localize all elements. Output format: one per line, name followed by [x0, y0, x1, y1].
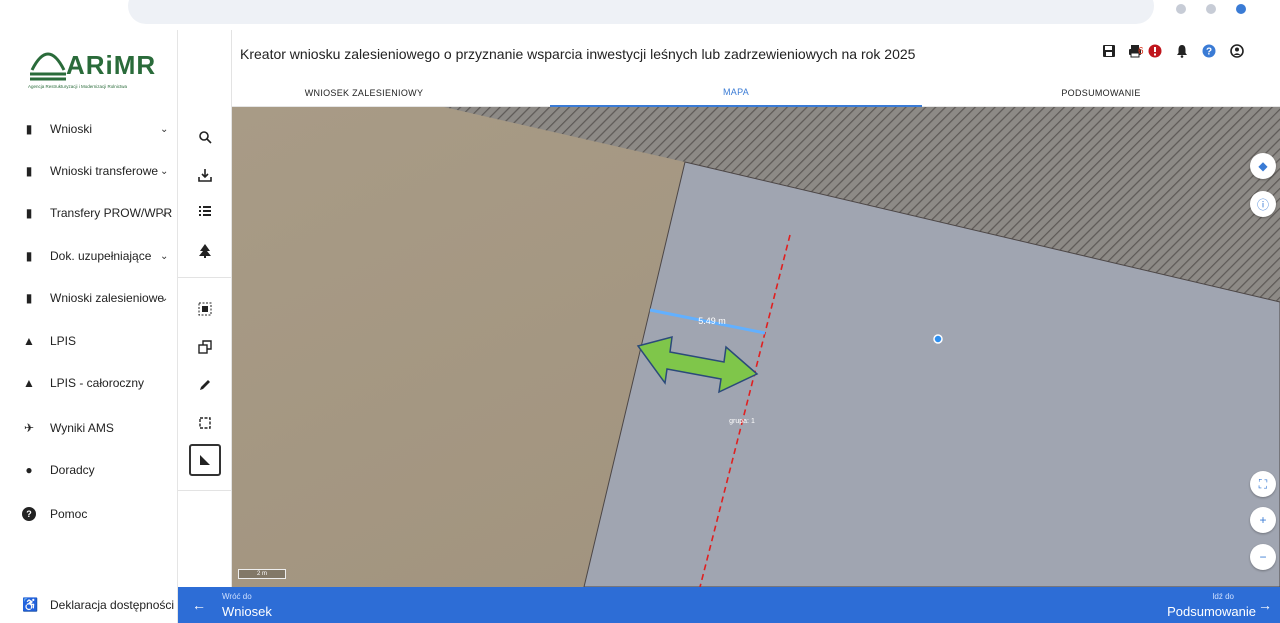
- sidebar-item-wnioski[interactable]: ▮ Wnioski ⌄: [0, 114, 178, 144]
- sidebar-item-label: Dok. uzupełniające: [50, 249, 152, 263]
- chevron-down-icon: ⌄: [160, 207, 169, 219]
- sidebar-item-label: Wnioski: [50, 122, 93, 136]
- scale-bar: 2 m: [238, 569, 286, 579]
- sidebar-item-wnioski-zalesieniowe[interactable]: ▮ Wnioski zalesieniowe ⌄: [0, 283, 178, 313]
- bell-icon[interactable]: [1175, 44, 1189, 61]
- sidebar-item-transfery[interactable]: ▮ Transfery PROW/WPR ⌄: [0, 198, 178, 228]
- back-button[interactable]: Wniosek: [222, 604, 272, 619]
- header: ≡ Kreator wniosku zalesieniowego o przyz…: [178, 30, 1280, 78]
- satellite-icon: ✈: [23, 421, 35, 435]
- map-view[interactable]: 5.49 m grupa: 1 ◆ ⓘ ⛶ + − 2 m: [232, 107, 1280, 587]
- sidebar-item-doradcy[interactable]: ● Doradcy: [0, 455, 178, 485]
- zoom-in-button[interactable]: +: [1250, 507, 1276, 533]
- logo-subtitle: Agencja Restrukturyzacji i Modernizacji …: [28, 84, 128, 89]
- clipboard-icon: ▮: [25, 206, 33, 220]
- select-area-icon[interactable]: [192, 296, 218, 322]
- sidebar-item-label: Wnioski zalesieniowe: [50, 291, 165, 305]
- sidebar-item-label: LPIS - całoroczny: [50, 376, 145, 390]
- error-icon[interactable]: [1148, 44, 1162, 61]
- help-icon[interactable]: ?: [1202, 44, 1216, 61]
- sidebar-item-label: Doradcy: [50, 463, 95, 477]
- sidebar-item-label: Pomoc: [50, 507, 88, 521]
- notification-count: 6: [1138, 46, 1144, 57]
- sidebar-item-label: Wnioski transferowe: [50, 164, 159, 178]
- measure-label: 5.49 m: [698, 316, 726, 326]
- browser-chrome: [0, 0, 1280, 30]
- draw-rectangle-icon[interactable]: [192, 410, 218, 436]
- logo-mark-icon: [30, 52, 66, 81]
- logo-text: ARiMR: [66, 50, 157, 80]
- chevron-down-icon: ⌄: [160, 165, 169, 177]
- fullscreen-icon[interactable]: ⛶: [1250, 471, 1276, 497]
- accessibility-link[interactable]: ♿ Deklaracja dostępności: [0, 587, 178, 623]
- layers-icon[interactable]: ◆: [1250, 153, 1276, 179]
- chevron-down-icon: ⌄: [160, 123, 169, 135]
- logo: ARiMR Agencja Restrukturyzacji i Moderni…: [28, 50, 168, 100]
- browser-extension-icon[interactable]: [1206, 4, 1216, 14]
- browser-extension-icon[interactable]: [1176, 4, 1186, 14]
- measure-tool-icon[interactable]: [189, 444, 221, 476]
- tab-wniosek-zalesieniowy[interactable]: WNIOSEK ZALESIENIOWY: [178, 78, 550, 107]
- sidebar-item-wyniki-ams[interactable]: ✈ Wyniki AMS: [0, 413, 178, 443]
- next-button[interactable]: Podsumowanie: [1167, 604, 1256, 619]
- back-caption: Wróć do: [222, 592, 252, 601]
- terrain-icon: ▲: [23, 376, 35, 390]
- map-toolbar: [178, 30, 232, 587]
- chevron-down-icon: ⌄: [160, 250, 169, 262]
- info-icon[interactable]: ⓘ: [1250, 191, 1276, 217]
- arrow-left-icon[interactable]: ←: [192, 597, 206, 613]
- tab-mapa[interactable]: MAPA: [550, 78, 922, 107]
- map-canvas[interactable]: 5.49 m grupa: 1: [232, 107, 1280, 587]
- sidebar-item-label: Transfery PROW/WPR: [50, 206, 173, 220]
- forest-icon[interactable]: [192, 238, 218, 264]
- clipboard-icon: ▮: [25, 164, 33, 178]
- account-icon[interactable]: [1230, 44, 1244, 61]
- search-icon[interactable]: [192, 124, 218, 150]
- sidebar-item-lpis[interactable]: ▲ LPIS: [0, 326, 178, 356]
- sidebar-item-wnioski-transferowe[interactable]: ▮ Wnioski transferowe ⌄: [0, 156, 178, 186]
- terrain-icon: ▲: [23, 334, 35, 348]
- page-title: Kreator wniosku zalesieniowego o przyzna…: [240, 46, 916, 62]
- accessibility-icon: ♿: [22, 597, 39, 612]
- zoom-out-button[interactable]: −: [1250, 544, 1276, 570]
- download-icon[interactable]: [192, 162, 218, 188]
- copy-polygon-icon[interactable]: [192, 334, 218, 360]
- footer-bar: ← Wróć do Wniosek Idź do Podsumowanie →: [178, 587, 1280, 623]
- save-icon[interactable]: [1102, 44, 1116, 61]
- next-caption: Idź do: [1212, 592, 1234, 601]
- clipboard-icon: ▮: [25, 249, 33, 263]
- tab-bar: WNIOSEK ZALESIENIOWY MAPA PODSUMOWANIE: [178, 78, 1280, 107]
- sidebar-item-lpis-caloroczny[interactable]: ▲ LPIS - całoroczny: [0, 368, 178, 398]
- browser-address-bar[interactable]: [128, 0, 1154, 24]
- sidebar: ARiMR Agencja Restrukturyzacji i Moderni…: [0, 30, 178, 623]
- browser-profile-icon[interactable]: [1236, 4, 1246, 14]
- list-icon[interactable]: [192, 198, 218, 224]
- sidebar-item-label: Wyniki AMS: [50, 421, 114, 435]
- clipboard-icon: ▮: [25, 122, 33, 136]
- svg-text:?: ?: [1206, 47, 1212, 58]
- group-label: grupa: 1: [729, 418, 755, 425]
- accessibility-label: Deklaracja dostępności: [50, 598, 175, 612]
- clipboard-icon: ▮: [25, 291, 33, 305]
- chevron-down-icon: ⌄: [160, 292, 169, 304]
- arrow-right-icon[interactable]: →: [1258, 597, 1272, 613]
- map-point[interactable]: [933, 334, 943, 344]
- pencil-icon[interactable]: [192, 372, 218, 398]
- sidebar-item-pomoc[interactable]: ? Pomoc: [0, 499, 178, 529]
- tab-podsumowanie[interactable]: PODSUMOWANIE: [922, 78, 1280, 107]
- sidebar-item-dok-uzupelniajace[interactable]: ▮ Dok. uzupełniające ⌄: [0, 241, 178, 271]
- person-icon: ●: [25, 463, 33, 477]
- sidebar-item-label: LPIS: [50, 334, 77, 348]
- help-icon: ?: [22, 507, 36, 521]
